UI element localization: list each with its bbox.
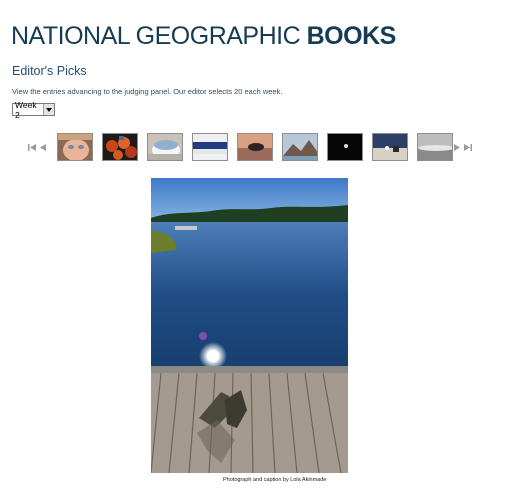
previous-icon[interactable] (40, 143, 46, 153)
featured-photo (151, 178, 348, 473)
thumbnail[interactable] (237, 133, 273, 161)
week-select[interactable]: Week 2 (12, 100, 55, 120)
week-select-value: Week 2 (15, 99, 37, 120)
thumbnail[interactable] (147, 133, 183, 161)
thumbnail[interactable] (327, 133, 363, 161)
first-icon[interactable] (28, 143, 36, 153)
thumbnail-strip (57, 133, 453, 161)
site-title[interactable]: NATIONAL GEOGRAPHIC BOOKS (11, 21, 396, 51)
photo-caption: Photograph and caption by Lola Akinmade (223, 477, 327, 483)
last-icon[interactable] (464, 143, 472, 153)
thumbnail[interactable] (57, 133, 93, 161)
site-title-books: BOOKS (306, 22, 397, 50)
section-title: Editor's Picks (12, 64, 87, 78)
intro-text: View the entries advancing to the judgin… (12, 87, 283, 96)
thumbnail[interactable] (372, 133, 408, 161)
thumbnail[interactable] (102, 133, 138, 161)
chevron-down-icon[interactable] (43, 104, 54, 115)
site-title-main: NATIONAL GEOGRAPHIC (11, 22, 301, 50)
thumbnail[interactable] (192, 133, 228, 161)
next-icon[interactable] (454, 143, 460, 153)
thumbnail[interactable] (282, 133, 318, 161)
thumbnail[interactable] (417, 133, 453, 161)
